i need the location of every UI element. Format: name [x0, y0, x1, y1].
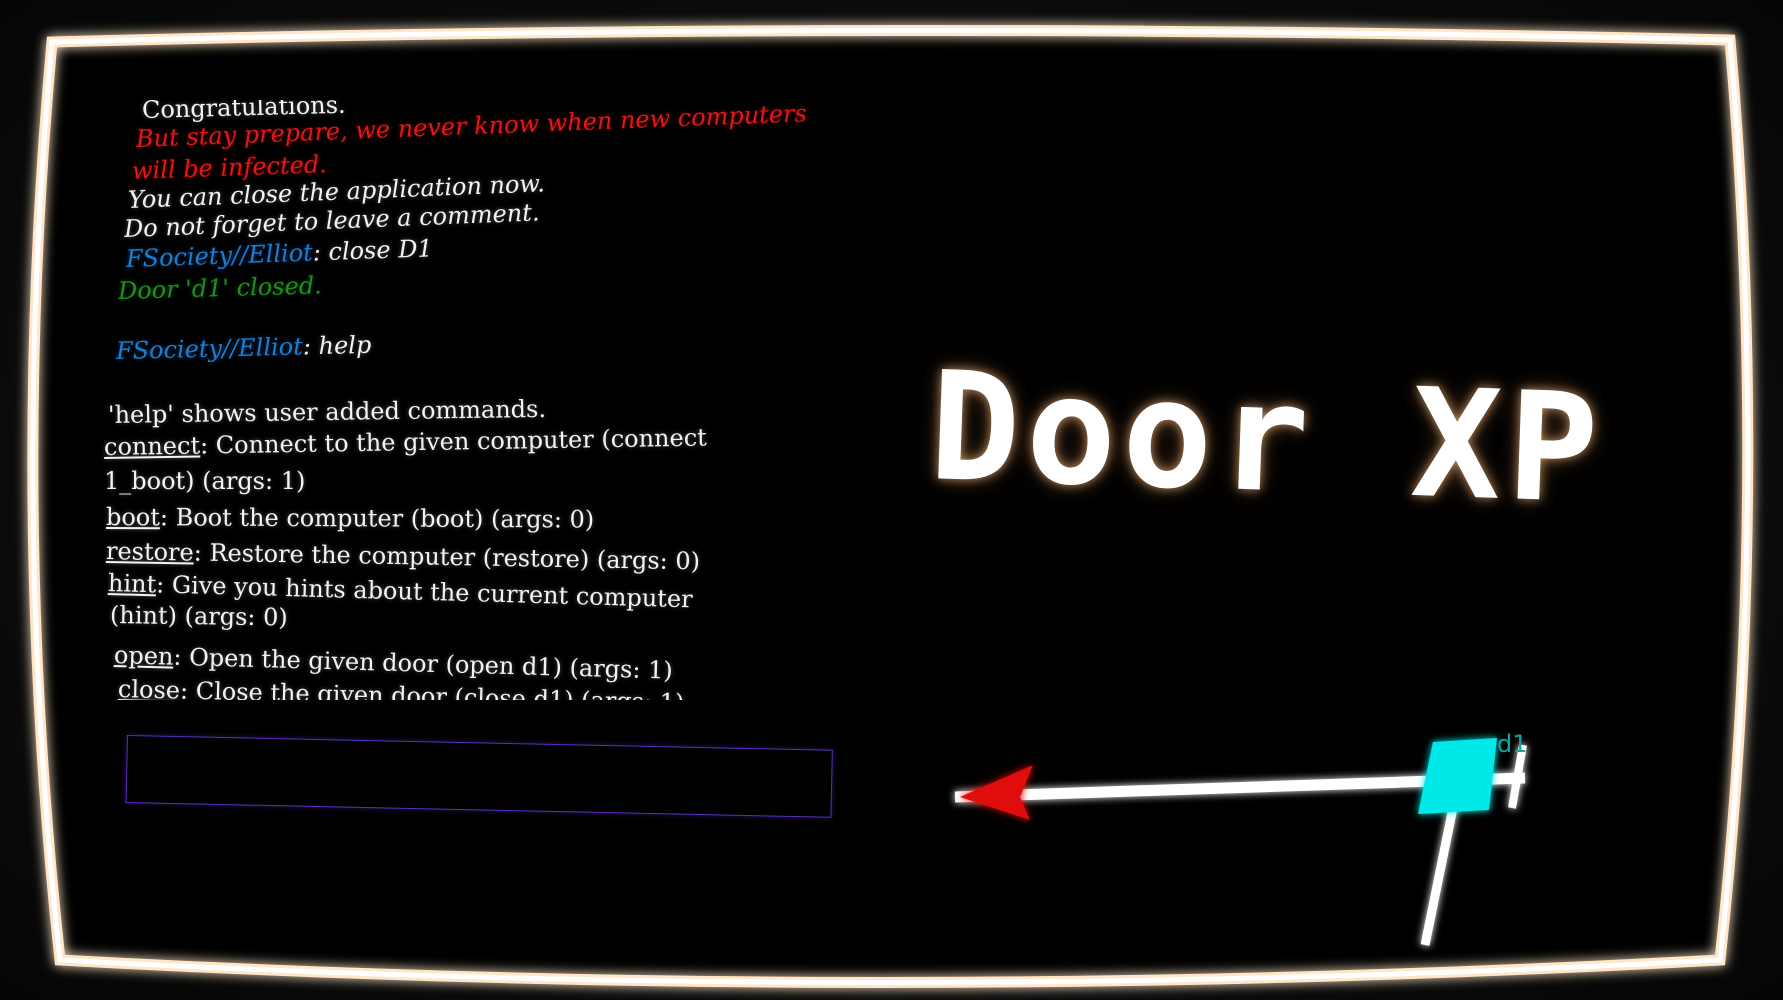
- prompt-user: FSociety//Elliot: [125, 238, 314, 273]
- game-title: Door XP: [926, 340, 1607, 538]
- terminal-prompt-line: FSociety//Elliot: help: [115, 330, 372, 365]
- terminal-line: 'help' shows user added commands.: [107, 394, 547, 429]
- terminal-line: (hint) (args: 0): [109, 601, 288, 632]
- terminal-line: 1_boot) (args: 1): [104, 467, 306, 495]
- terminal-line-success: Door 'd1' closed.: [117, 271, 323, 305]
- prompt-user: FSociety//Elliot: [115, 332, 304, 365]
- game-screen: Congratulations. But stay prepare, we ne…: [0, 0, 1783, 1000]
- prompt-command: close D1: [327, 234, 434, 266]
- door-label: d1: [1497, 730, 1528, 758]
- help-entry-boot: boot: Boot the computer (boot) (args: 0): [105, 503, 595, 534]
- prompt-command: help: [318, 330, 372, 361]
- terminal-log: Congratulations. But stay prepare, we ne…: [100, 100, 840, 700]
